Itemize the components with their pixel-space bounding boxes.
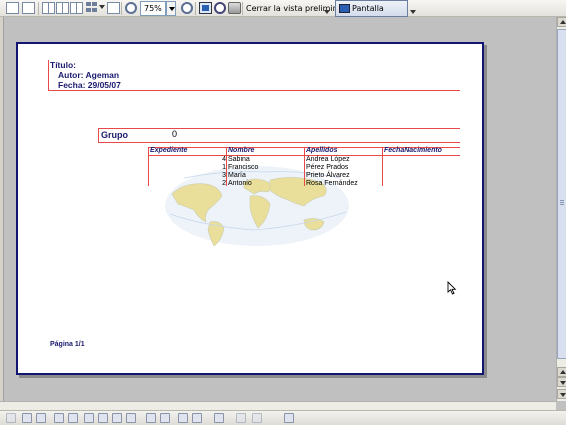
- wrap-icon[interactable]: [214, 413, 224, 423]
- chevron-down-icon[interactable]: [324, 10, 330, 14]
- page-icon[interactable]: [22, 2, 35, 14]
- zoom-out-icon[interactable]: [181, 2, 193, 14]
- align-icon[interactable]: [178, 413, 188, 423]
- cell-nombre: Francisco: [228, 164, 259, 171]
- print-icon[interactable]: [228, 2, 241, 14]
- cell-expediente: 3: [222, 172, 226, 179]
- two-pages-icon[interactable]: [56, 2, 69, 14]
- book-icon[interactable]: [107, 2, 120, 14]
- zoom-combobox[interactable]: 75%: [140, 1, 166, 16]
- cell-apellidos: Rosa Fernández: [306, 180, 358, 187]
- cell-nombre: Sabina: [228, 156, 250, 163]
- cell-apellidos: Pérez Prados: [306, 164, 349, 171]
- fullscreen-icon: [339, 4, 350, 13]
- shapes-icon[interactable]: [68, 413, 78, 423]
- scroll-thumb[interactable]: [557, 29, 566, 359]
- grid-icon[interactable]: [86, 2, 98, 13]
- header-rule: [48, 60, 49, 90]
- chevron-down-icon[interactable]: [99, 5, 105, 9]
- curve-icon[interactable]: [22, 413, 32, 423]
- frame-icon[interactable]: [84, 413, 94, 423]
- cell-expediente: 2: [222, 180, 226, 187]
- drawing-toolbar: [0, 410, 566, 425]
- single-page-icon[interactable]: [199, 2, 212, 14]
- report-title: Título:: [50, 60, 76, 70]
- cell-apellidos: Prieto Álvarez: [306, 172, 350, 179]
- toolbar-separator: [121, 2, 122, 15]
- arrow-icon[interactable]: [6, 413, 16, 423]
- shapes-icon[interactable]: [54, 413, 64, 423]
- scroll-down-button[interactable]: [557, 389, 566, 399]
- chevron-down-icon[interactable]: [410, 10, 416, 14]
- next-page-button[interactable]: [557, 377, 566, 387]
- vertical-scrollbar[interactable]: [556, 17, 566, 401]
- group-label: Grupo: [101, 130, 128, 140]
- scroll-up-button[interactable]: [557, 17, 566, 27]
- column-header-expediente: Expediente: [150, 147, 188, 154]
- toolbar-separator: [38, 2, 39, 15]
- previous-page-button[interactable]: [557, 367, 566, 377]
- close-preview-label: Cerrar la vista preliminar: [246, 4, 346, 13]
- ruler-strip: [0, 17, 4, 401]
- cell-apellidos: Andrea López: [306, 156, 350, 163]
- cell-nombre: Antonio: [228, 180, 252, 187]
- frame-icon[interactable]: [98, 413, 108, 423]
- column-divider: [226, 147, 227, 186]
- cell-expediente: 1: [222, 164, 226, 171]
- close-preview-button[interactable]: Cerrar la vista preliminar: [243, 1, 349, 16]
- column-divider: [382, 147, 383, 186]
- fullscreen-button[interactable]: Pantalla completa: [335, 0, 408, 28]
- group-rule: [98, 128, 99, 143]
- group-rule: [98, 142, 460, 143]
- report-author: Autor: Ageman: [58, 70, 120, 80]
- report-date: Fecha: 29/05/07: [58, 80, 121, 90]
- group-value: 0: [172, 129, 178, 139]
- zoom-in-icon[interactable]: [125, 2, 137, 14]
- group-icon[interactable]: [236, 413, 246, 423]
- cell-nombre: María: [228, 172, 246, 179]
- column-divider: [304, 147, 305, 186]
- multi-pages-icon[interactable]: [70, 2, 83, 14]
- header-rule: [48, 90, 460, 91]
- grip-icon: [560, 200, 564, 205]
- column-header-fechanacimiento: FechaNacimiento: [384, 147, 442, 154]
- group-icon[interactable]: [252, 413, 262, 423]
- toolbar-separator: [195, 2, 196, 15]
- pen-icon[interactable]: [146, 413, 156, 423]
- two-pages-icon[interactable]: [42, 2, 55, 14]
- pen-icon[interactable]: [160, 413, 170, 423]
- chevron-down-icon[interactable]: [284, 413, 294, 423]
- column-header-nombre: Nombre: [228, 147, 255, 154]
- page-icon[interactable]: [6, 2, 19, 14]
- frame-icon[interactable]: [126, 413, 136, 423]
- frame-icon[interactable]: [112, 413, 122, 423]
- print-preview-icon[interactable]: [214, 2, 226, 14]
- curve-icon[interactable]: [36, 413, 46, 423]
- zoom-value: 75%: [144, 4, 162, 13]
- zoom-dropdown-button[interactable]: [166, 1, 176, 16]
- cell-expediente: 4: [222, 156, 226, 163]
- horizontal-scrollbar[interactable]: [0, 401, 556, 410]
- page-number: Página 1/1: [50, 341, 85, 348]
- group-rule: [98, 128, 460, 129]
- mouse-cursor-icon: [447, 281, 457, 295]
- column-header-apellidos: Apellidos: [306, 147, 338, 154]
- report-page: Título: Autor: Ageman Fecha: 29/05/07 Gr…: [16, 42, 484, 375]
- preview-toolbar: 75% Cerrar la vista preliminar Pantalla …: [0, 0, 566, 28]
- anchor-icon[interactable]: [192, 413, 202, 423]
